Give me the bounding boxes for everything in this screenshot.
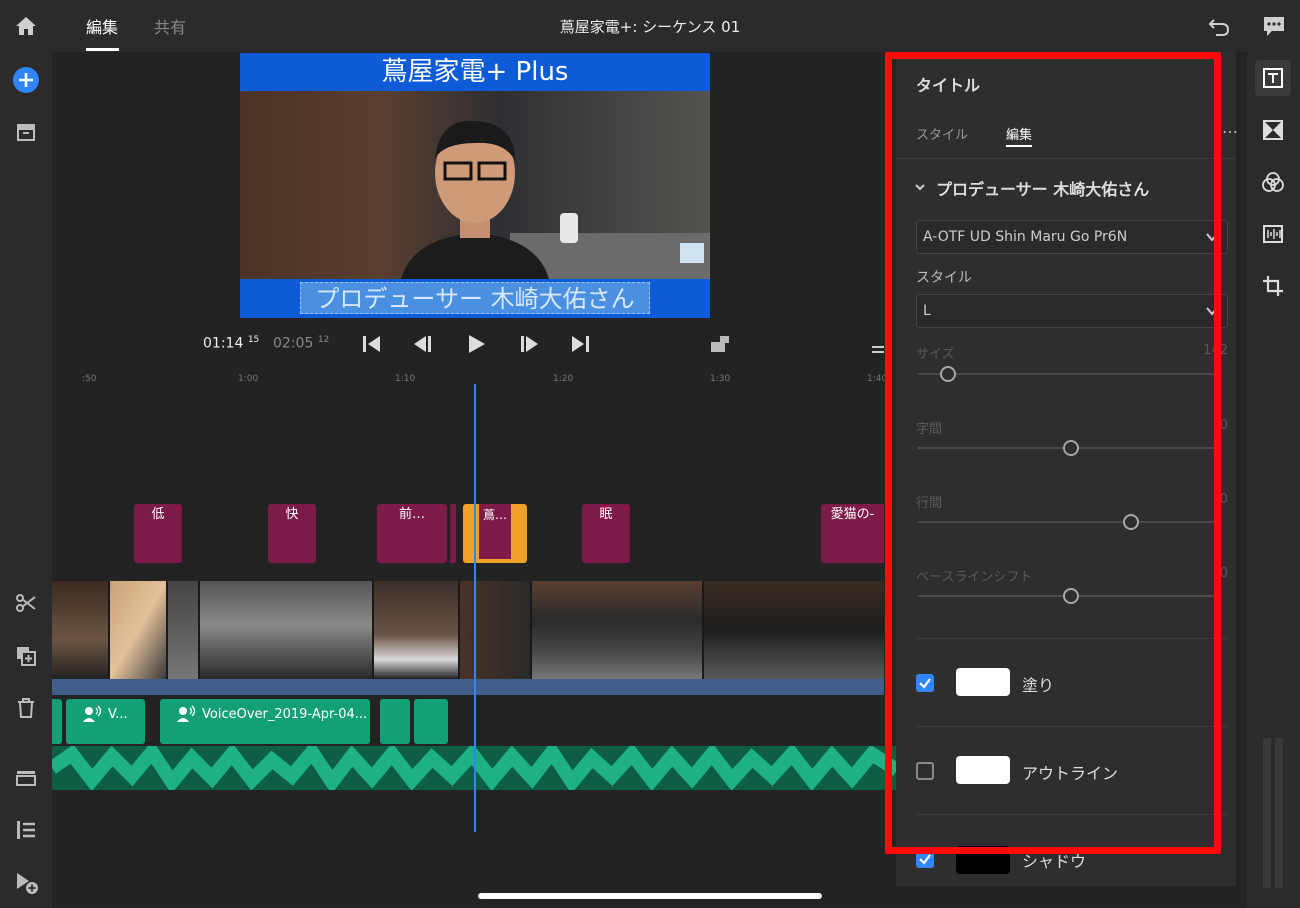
audio-clip-label: V... [108, 707, 128, 722]
duplicate-icon[interactable] [10, 640, 42, 672]
video-clip[interactable] [704, 581, 884, 679]
color-tool-icon[interactable] [1255, 164, 1291, 200]
play-icon[interactable] [464, 332, 488, 356]
transition-tool-icon[interactable] [1255, 112, 1291, 148]
title-clip[interactable]: 愛猫の- [821, 504, 884, 563]
preview-caption-text[interactable]: プロデューサー 木崎大佑さん [300, 282, 650, 314]
step-back-icon[interactable] [412, 332, 436, 356]
home-indicator [478, 893, 822, 899]
title-clip[interactable]: 快 [268, 504, 316, 563]
highlight-box [885, 52, 1221, 854]
home-icon[interactable] [12, 12, 40, 40]
audio-clip-label: VoiceOver_2019-Apr-04... [202, 707, 368, 722]
add-track-icon[interactable] [10, 866, 42, 898]
media-bin-icon[interactable] [10, 116, 42, 148]
active-tab-indicator [86, 48, 119, 51]
go-to-end-icon[interactable] [568, 332, 592, 356]
title-tool-icon[interactable] [1255, 60, 1291, 96]
total-duration: 02:05 12 [273, 335, 330, 352]
tab-edit[interactable]: 編集 [86, 14, 118, 38]
comment-icon[interactable] [1260, 12, 1288, 40]
undo-icon[interactable] [1206, 14, 1234, 40]
ruler-tick: 1:20 [553, 374, 574, 384]
audio-clip[interactable] [380, 699, 410, 744]
fullscreen-icon[interactable] [708, 332, 732, 356]
video-clip[interactable] [200, 581, 374, 679]
selected-clip-label: 蔦… [479, 504, 511, 559]
video-preview[interactable]: 蔦屋家電+ Plus プロデューサー 木崎大佑さん [240, 53, 710, 318]
ruler-tick: 1:30 [710, 374, 731, 384]
video-audio-waveform [52, 679, 884, 695]
title-clip[interactable]: 低 [134, 504, 182, 563]
preview-person [400, 120, 550, 283]
ruler-tick: 1:00 [238, 374, 259, 384]
playhead[interactable] [474, 384, 476, 832]
video-track[interactable] [52, 581, 884, 679]
tab-share[interactable]: 共有 [154, 14, 186, 38]
timeline-menu-icon[interactable] [872, 340, 884, 353]
video-clip[interactable] [52, 581, 110, 679]
audio-clip[interactable] [52, 699, 62, 744]
video-clip[interactable] [532, 581, 704, 679]
track-settings-icon[interactable] [10, 762, 42, 794]
video-clip[interactable] [168, 581, 200, 679]
voiceover-icon [177, 705, 196, 722]
sequence-title: 蔦屋家電+: シーケンス 01 [559, 18, 741, 36]
more-options-button[interactable]: … [1222, 118, 1238, 137]
go-to-start-icon[interactable] [360, 332, 384, 356]
delete-icon[interactable] [10, 692, 42, 724]
audio-clip[interactable]: V... [66, 699, 145, 744]
audio-clip[interactable] [414, 699, 448, 744]
title-clip-sliver[interactable] [450, 504, 456, 563]
audio-meter [1262, 738, 1284, 888]
crop-tool-icon[interactable] [1255, 268, 1291, 304]
video-clip[interactable] [374, 581, 460, 679]
title-clip-selected[interactable]: 蔦… [463, 504, 527, 563]
preview-screen [680, 243, 704, 263]
current-timecode: 01:14 15 [203, 335, 260, 352]
preview-lamp [560, 213, 578, 243]
voiceover-icon [83, 705, 102, 722]
split-scissors-icon[interactable] [10, 587, 42, 619]
video-clip[interactable] [110, 581, 168, 679]
track-list-icon[interactable] [10, 814, 42, 846]
audio-tool-icon[interactable] [1255, 216, 1291, 252]
video-clip[interactable] [460, 581, 532, 679]
ruler-tick: :50 [82, 374, 97, 384]
preview-banner-text: 蔦屋家電+ Plus [240, 53, 710, 91]
title-clip[interactable]: 眠 [582, 504, 630, 563]
ruler-tick: 1:10 [395, 374, 416, 384]
title-clip[interactable]: 前… [377, 504, 447, 563]
audio-clip[interactable]: VoiceOver_2019-Apr-04... [160, 699, 370, 744]
add-media-icon[interactable] [10, 64, 42, 96]
step-forward-icon[interactable] [516, 332, 540, 356]
